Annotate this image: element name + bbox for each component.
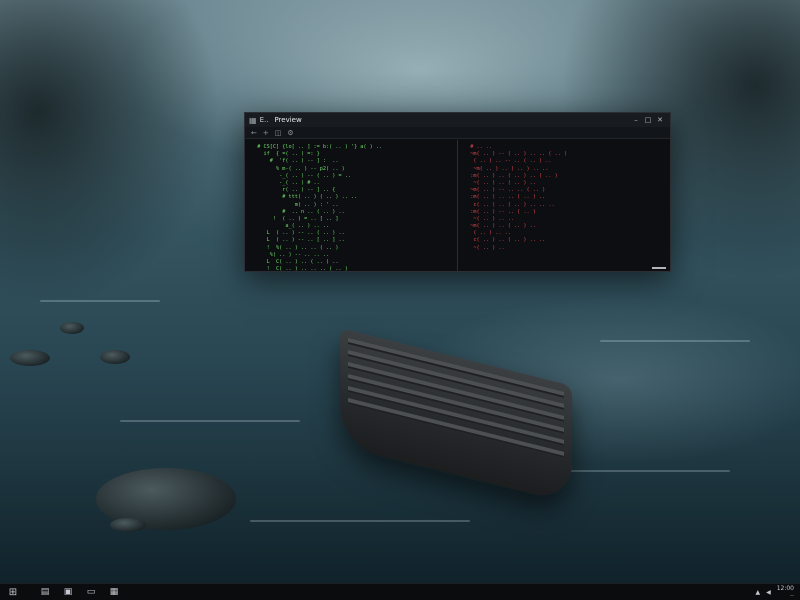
media-icon[interactable]: ▦ [107, 586, 121, 598]
right-code-line: ~m( .. ) .. ( .. ) .. [464, 223, 536, 230]
left-code-line: # .. n .. ( .. ) .. [251, 208, 345, 215]
terminal-icon: ▦ [249, 115, 257, 125]
left-code-line: -_( .. ) # .. [251, 179, 320, 186]
water-ripple [120, 420, 300, 422]
water-ripple [600, 340, 750, 342]
browser-icon[interactable]: ▣ [61, 586, 75, 598]
left-code-line: -_( .. ) -- ( .. ) = .. [251, 172, 351, 179]
volume-icon[interactable]: ◀ [766, 589, 771, 596]
taskbar: ⊞ ▤ ▣ ▭ ▦ ▲ ◀ 12:00 .. [0, 583, 800, 600]
left-code-pane[interactable]: # CS[C] {lo[ .. ] := b:( .. ) '} a( ) ..… [245, 140, 458, 271]
start-icon[interactable]: ⊞ [6, 586, 20, 598]
left-code-line: L ( .. ) -- .. [ .. ] .. [251, 237, 345, 244]
maximize-button[interactable]: □ [642, 116, 654, 124]
file-explorer-icon[interactable]: ▤ [38, 586, 52, 598]
right-code-line: c( .. ) .. ( .. ) .. .. .. [464, 201, 555, 208]
rock [10, 350, 50, 366]
right-code-line: ( .. ) .. -- .. ( .. ) .. [464, 158, 552, 165]
left-code-line: if { =( .. ) =: } [251, 151, 320, 158]
minimize-button[interactable]: – [630, 116, 642, 124]
back-icon[interactable]: ← [251, 129, 257, 137]
boat [340, 318, 580, 518]
left-code-line: ! C( .. ) .. .. .. ( .. ) [251, 266, 348, 271]
left-code-line: ! %( .. ) .. .. ( .. ) [251, 244, 339, 251]
rock [110, 518, 146, 532]
water-ripple [40, 300, 160, 302]
right-code-line: ~m( .. ) -- .. .. ( .. ) [464, 187, 546, 194]
right-code-line: ~m( .. ) -- ( .. ) .. .. ( .. ) [464, 151, 568, 158]
settings-icon[interactable]: ⚙ [287, 129, 293, 137]
left-code-line: L ( .. ) -- .. ( .. ) .. [251, 230, 345, 237]
tree-silhouette-left [0, 0, 220, 310]
right-code-line: ~( .. ) .. [464, 244, 505, 251]
tab-preview[interactable]: Preview [274, 116, 301, 124]
left-code-line: m( .. ) : ' .. [251, 201, 339, 208]
left-code-line: # ttt( .. ) ( .. ) .. .. [251, 194, 358, 201]
split-icon[interactable]: ◫ [275, 129, 282, 137]
left-code-line: # 'f( .. ) -- ] : .. [251, 158, 339, 165]
rock [60, 322, 84, 334]
clock-date: .. [790, 591, 794, 598]
terminal-toolbar: ← + ◫ ⚙ [245, 127, 670, 139]
right-code-line: c( .. ) .. ( .. ) .. .. [464, 237, 546, 244]
new-tab-icon[interactable]: + [263, 129, 269, 137]
water-ripple [560, 470, 730, 472]
right-code-line: :m( .. ) .. ( .. ) .. ( .. ) [464, 172, 558, 179]
right-code-line: ~( .. ) .. .. [464, 215, 514, 222]
close-button[interactable]: ✕ [654, 116, 666, 124]
right-output-pane[interactable]: # .. .. ~m( .. ) -- ( .. ) .. .. ( .. ) … [458, 140, 670, 271]
right-code-line: :m( .. ) -- .. ( .. ) [464, 208, 536, 215]
left-code-line: # CS[C] {lo[ .. ] := b:( .. ) '} a( ) .. [251, 144, 383, 150]
right-code-line: :m( .. ) .. .. ( .. ) .. [464, 194, 546, 201]
right-code-line: ( .. ) .. .. [464, 230, 511, 237]
right-code-line: ~( .. ) .. ( .. ) .. [464, 179, 536, 186]
left-code-line: a_( .. ) .. .. [251, 223, 330, 230]
right-code-line: # .. .. [464, 144, 493, 150]
rock [100, 350, 130, 364]
system-tray: ▲ ◀ 12:00 .. [755, 585, 794, 599]
left-code-line: L C( .. ) .. ( .. ) .. [251, 259, 339, 265]
water-ripple [250, 520, 470, 522]
terminal-app-icon[interactable]: ▭ [84, 586, 98, 598]
left-code-line: r( .. ) -- ] .. { [251, 187, 336, 194]
boat-hull [340, 328, 572, 504]
tab-editor[interactable]: E.. [260, 116, 269, 124]
terminal-titlebar[interactable]: ▦ E.. Preview – □ ✕ [245, 113, 670, 127]
desktop-wallpaper [0, 0, 800, 583]
left-code-line: %( .. ) -- .. .. .. [251, 251, 330, 258]
scroll-indicator [652, 267, 666, 269]
network-icon[interactable]: ▲ [755, 589, 760, 596]
left-code-line: % m-( .. ) -- p2( .. ) [251, 165, 345, 172]
right-code-line: ~m( .. ) .. ( .. ) .. .. [464, 165, 549, 172]
terminal-window[interactable]: ▦ E.. Preview – □ ✕ ← + ◫ ⚙ # CS[C] {lo[… [244, 112, 671, 272]
clock[interactable]: 12:00 .. [777, 585, 794, 599]
left-code-line: ! ( .. ) = .. [ .. ] [251, 215, 339, 222]
